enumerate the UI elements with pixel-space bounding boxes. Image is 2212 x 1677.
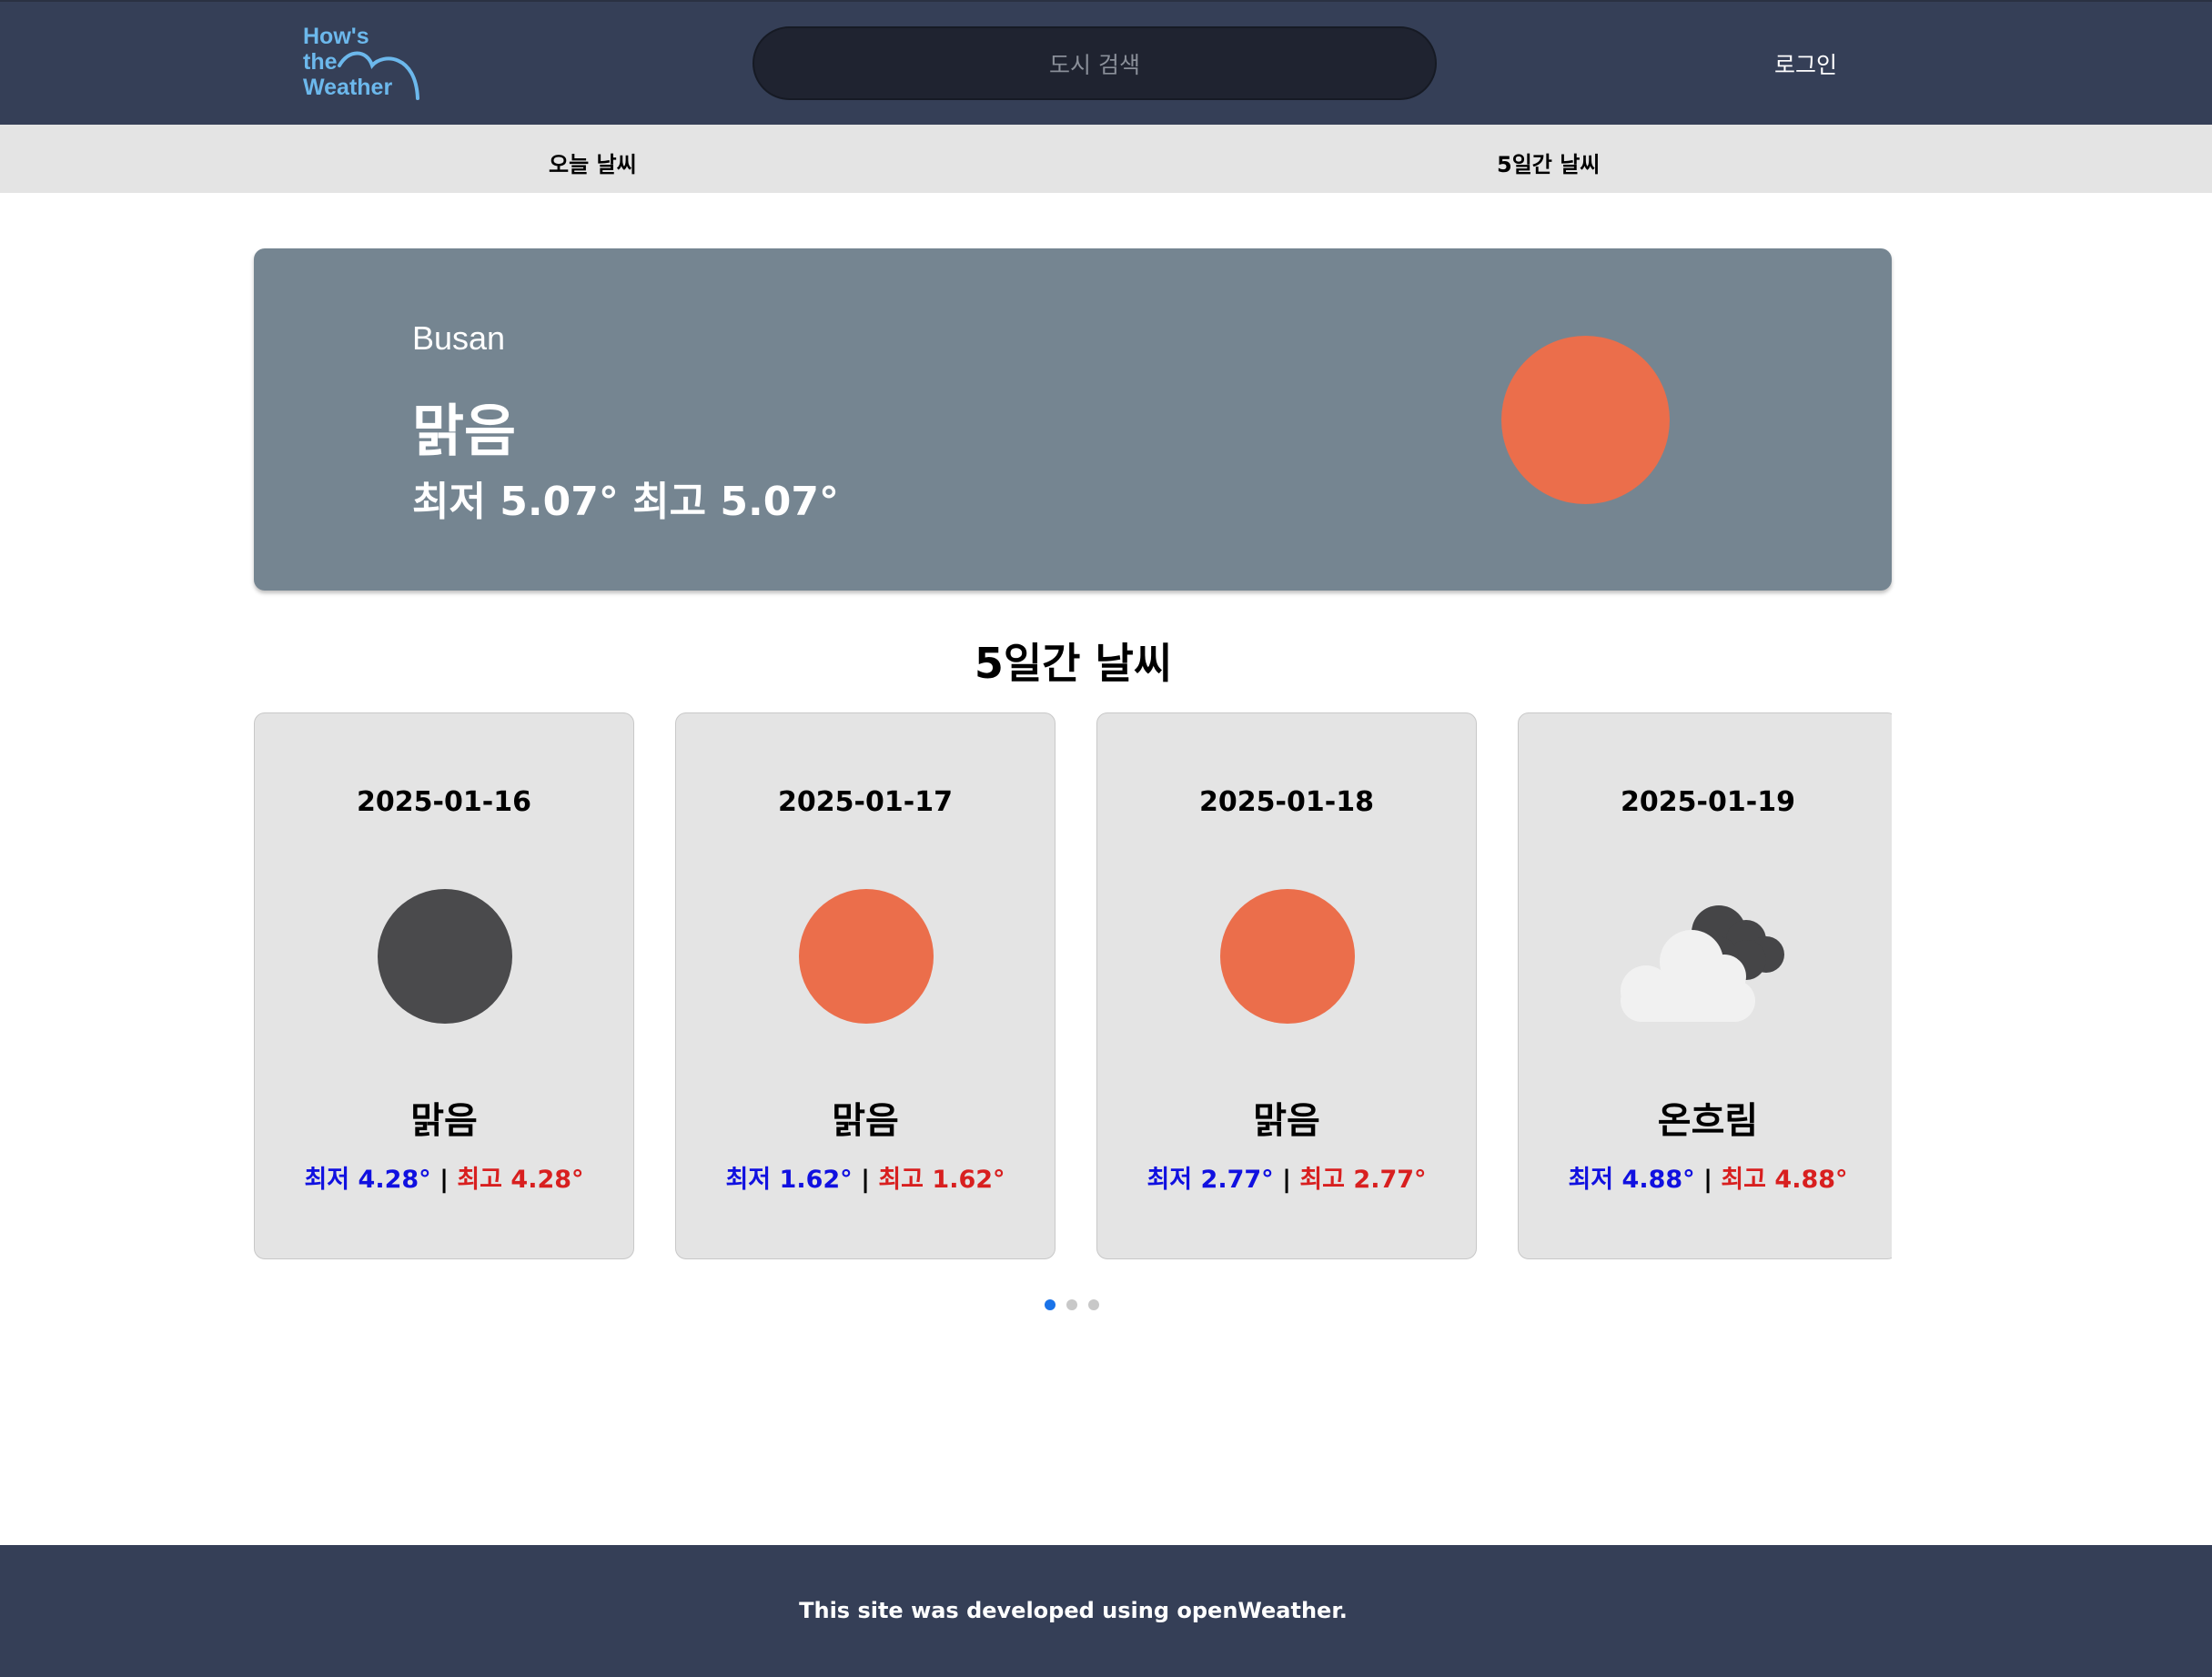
city-search-input[interactable]: 도시 검색 [752, 26, 1437, 100]
forecast-high: 최고 4.88° [1721, 1166, 1848, 1194]
temp-separator: | [1282, 1166, 1291, 1194]
forecast-description: 맑음 [1253, 1100, 1320, 1142]
forecast-card[interactable]: 2025-01-18 맑음 최저 2.77° | 최고 2.77° [1096, 712, 1477, 1259]
tab-5day-weather[interactable]: 5일간 날씨 [1497, 146, 1600, 178]
today-city: Busan [412, 319, 506, 357]
forecast-date: 2025-01-17 [778, 786, 953, 818]
forecast-card[interactable]: 2025-01-16 맑음 최저 4.28° | 최고 4.28° [254, 712, 634, 1259]
today-description: 맑음 [412, 398, 517, 464]
cloudy-icon [1610, 889, 1810, 1024]
forecast-date: 2025-01-19 [1621, 786, 1795, 818]
sun-icon [1220, 889, 1355, 1024]
forecast-high: 최고 2.77° [1299, 1166, 1427, 1194]
site-logo[interactable]: How's the Weather [303, 24, 421, 100]
forecast-low: 최저 2.77° [1146, 1166, 1274, 1194]
tab-today-weather[interactable]: 오늘 날씨 [549, 146, 637, 178]
footer-text: This site was developed using openWeathe… [799, 1598, 1348, 1623]
temp-separator: | [861, 1166, 870, 1194]
forecast-temps: 최저 2.77° | 최고 2.77° [1097, 1159, 1476, 1195]
forecast-temps: 최저 1.62° | 최고 1.62° [676, 1159, 1055, 1195]
pagination-dot[interactable] [1066, 1299, 1077, 1310]
forecast-date: 2025-01-18 [1199, 786, 1374, 818]
forecast-low: 최저 4.28° [304, 1166, 431, 1194]
forecast-carousel[interactable]: 2025-01-16 맑음 최저 4.28° | 최고 4.28° 2025-0… [254, 712, 1892, 1261]
moon-icon [378, 889, 512, 1024]
forecast-temps: 최저 4.28° | 최고 4.28° [255, 1159, 633, 1195]
forecast-date: 2025-01-16 [357, 786, 531, 818]
today-temps: 최저 5.07° 최고 5.07° [412, 479, 839, 525]
site-footer: This site was developed using openWeathe… [0, 1545, 2212, 1677]
login-button[interactable]: 로그인 [1774, 47, 1837, 80]
forecast-description: 맑음 [832, 1100, 899, 1142]
forecast-temps: 최저 4.88° | 최고 4.88° [1519, 1159, 1892, 1195]
forecast-high: 최고 1.62° [878, 1166, 1005, 1194]
forecast-low: 최저 4.88° [1568, 1166, 1695, 1194]
carousel-pagination [1045, 1299, 1099, 1310]
temp-separator: | [439, 1166, 449, 1194]
search-placeholder: 도시 검색 [1049, 51, 1140, 78]
pagination-dot[interactable] [1045, 1299, 1055, 1310]
forecast-low: 최저 1.62° [725, 1166, 853, 1194]
forecast-card[interactable]: 2025-01-19 온흐림 최저 4.88° | 최고 4.88° [1518, 712, 1892, 1259]
forecast-description: 맑음 [410, 1100, 478, 1142]
forecast-card[interactable]: 2025-01-17 맑음 최저 1.62° | 최고 1.62° [675, 712, 1055, 1259]
forecast-high: 최고 4.28° [457, 1166, 584, 1194]
forecast-description: 온흐림 [1657, 1100, 1759, 1142]
pagination-dot[interactable] [1088, 1299, 1099, 1310]
forecast-title: 5일간 날씨 [974, 639, 1173, 688]
sun-icon [799, 889, 934, 1024]
nav-tabbar: 오늘 날씨 5일간 날씨 [0, 125, 2212, 193]
top-header: How's the Weather 도시 검색 로그인 [0, 0, 2212, 125]
sun-icon [1501, 336, 1670, 504]
today-weather-card: Busan 맑음 최저 5.07° 최고 5.07° [254, 248, 1892, 591]
temp-separator: | [1703, 1166, 1712, 1194]
logo-cloud-icon [338, 51, 419, 100]
